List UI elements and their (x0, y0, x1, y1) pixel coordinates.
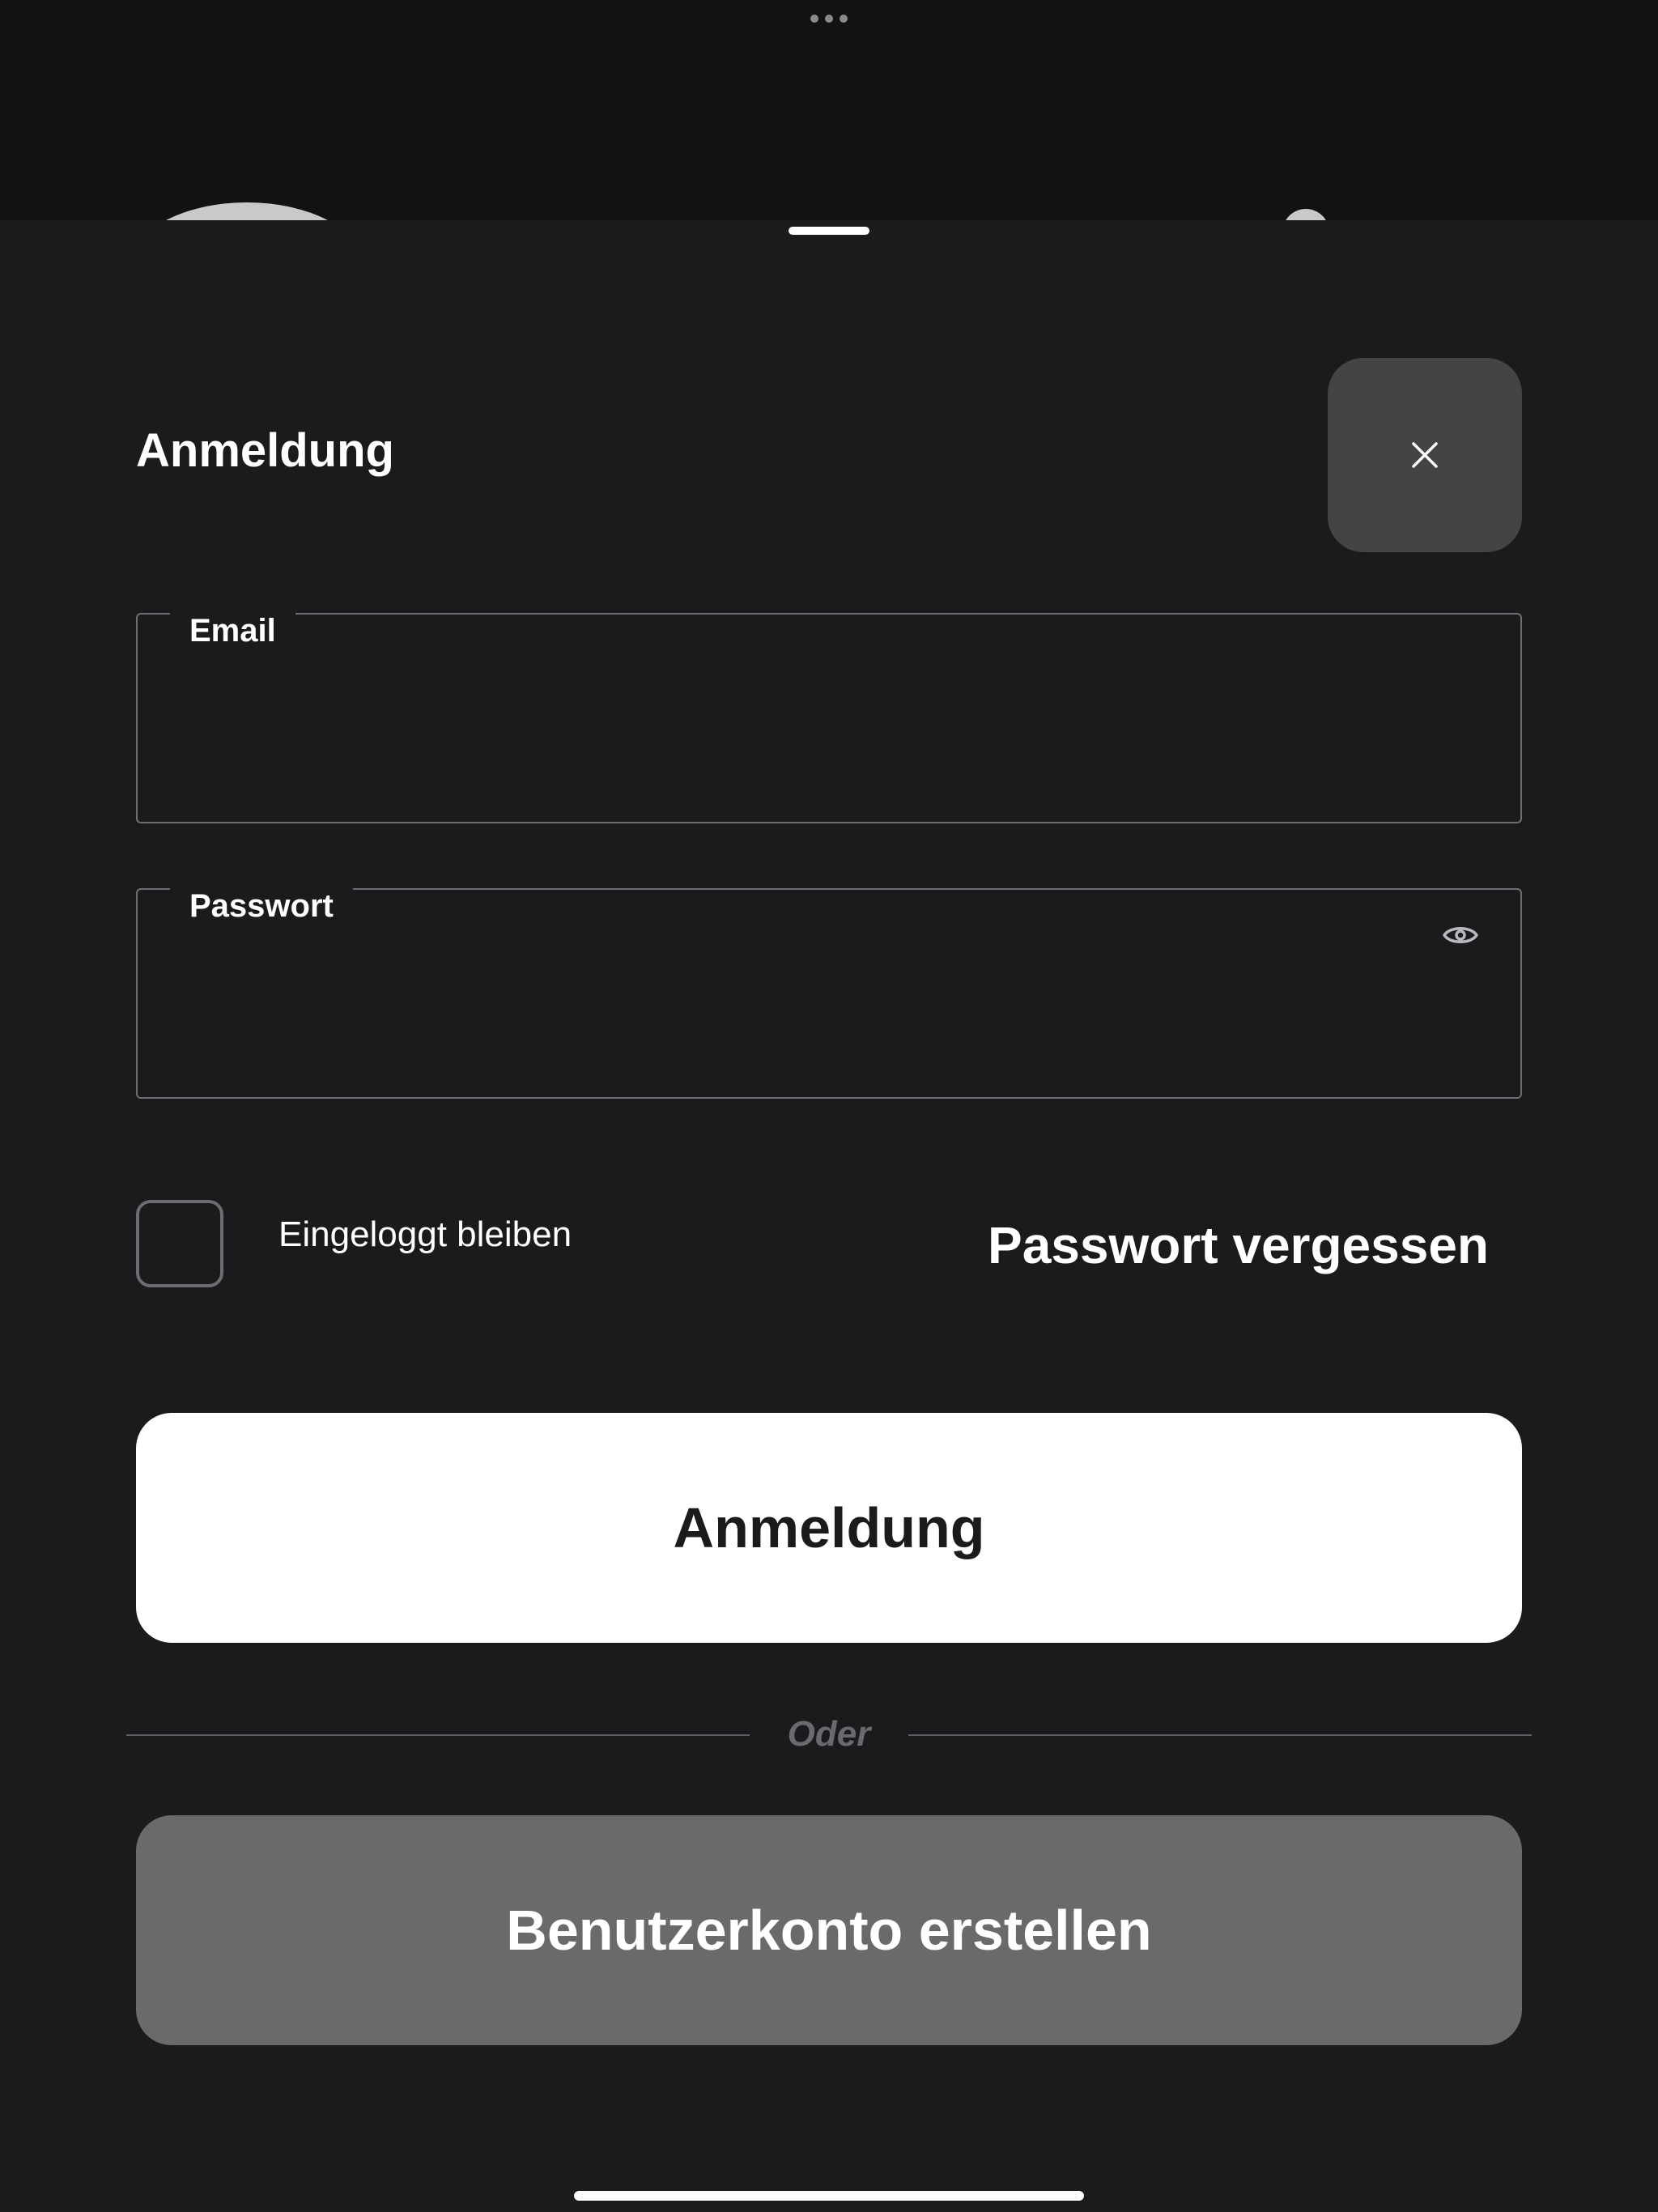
password-field: Passwort (136, 887, 1522, 1099)
close-icon (1412, 442, 1438, 468)
forgot-password-link[interactable]: Passwort vergessen (988, 1214, 1489, 1276)
login-button[interactable]: Anmeldung (136, 1413, 1522, 1643)
home-indicator[interactable] (574, 2191, 1084, 2201)
multitasking-dots-icon[interactable] (810, 14, 848, 23)
remember-me-label[interactable]: Eingeloggt bleiben (278, 1213, 572, 1257)
login-sheet: Anmeldung Email Passwort Eingeloggt blei… (0, 220, 1658, 2212)
sheet-title: Anmeldung (136, 424, 394, 477)
email-field-label: Email (170, 611, 295, 650)
email-field: Email (136, 611, 1522, 823)
email-input[interactable] (186, 687, 1404, 770)
divider-label: Oder (787, 1714, 871, 1754)
password-input[interactable] (186, 963, 1404, 1045)
eye-icon (1443, 927, 1478, 943)
create-account-button[interactable]: Benutzerkonto erstellen (136, 1815, 1522, 2045)
app-screen: Anmeldung Email Passwort Eingeloggt blei… (0, 0, 1658, 2212)
close-button[interactable] (1328, 358, 1522, 552)
remember-me-checkbox[interactable] (136, 1200, 223, 1287)
divider-line-left (126, 1734, 750, 1736)
password-field-label: Passwort (170, 887, 353, 925)
divider-line-right (908, 1734, 1532, 1736)
background-app (0, 0, 1658, 332)
sheet-grabber[interactable] (789, 227, 869, 235)
show-password-button[interactable] (1439, 914, 1482, 956)
